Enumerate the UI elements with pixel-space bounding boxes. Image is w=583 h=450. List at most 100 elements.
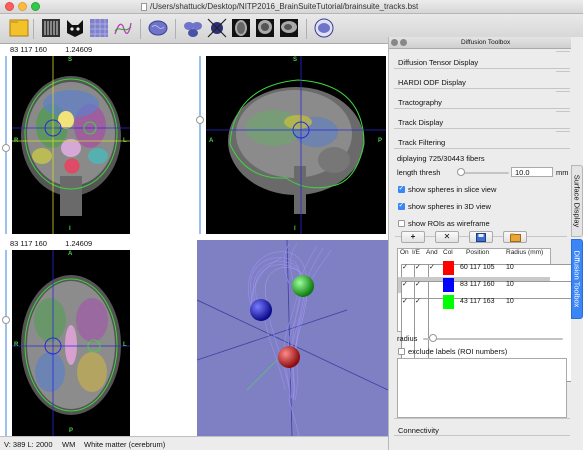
histogram-icon[interactable] <box>40 17 62 39</box>
show-rois-wireframe-checkbox[interactable] <box>398 220 405 227</box>
table-row[interactable]: 43 117 163 10 <box>398 294 582 382</box>
tab-surface-display[interactable]: Surface Display <box>571 165 583 237</box>
section-connectivity[interactable]: Connectivity <box>394 418 570 436</box>
axial-slice-slider-knob[interactable] <box>2 316 10 324</box>
surface-grid-icon[interactable] <box>88 17 110 39</box>
section-tab-edge <box>556 91 570 109</box>
col-header-col[interactable]: Col <box>443 249 453 256</box>
orthogonal-view-icon[interactable] <box>313 17 335 39</box>
section-hardi-odf-display[interactable]: HARDI ODF Display <box>394 71 570 89</box>
show-spheres-3d-label: show spheres in 3D view <box>408 202 491 211</box>
label-code: WM <box>62 440 76 449</box>
save-roi-button[interactable] <box>469 231 493 243</box>
section-track-filtering[interactable]: Track Filtering <box>394 131 570 149</box>
roi-sphere-red <box>278 346 300 368</box>
section-tab-edge <box>556 71 570 89</box>
axial-label-bottom: P <box>69 428 74 434</box>
plus-icon: + <box>410 232 416 241</box>
axial-coords: 83 117 160 <box>10 239 47 248</box>
panel-close-icon[interactable] <box>391 39 398 46</box>
table-row[interactable]: 60 117 105 10 <box>398 260 582 348</box>
axial-value: 1.24609 <box>65 239 93 248</box>
radius-slider[interactable] <box>423 338 563 340</box>
coronal-slice-slider-knob[interactable] <box>2 144 10 152</box>
crosshair-icon[interactable] <box>206 17 228 39</box>
length-unit-label: mm <box>556 168 569 177</box>
close-window-button[interactable] <box>5 2 14 11</box>
length-thresh-label: length thresh <box>397 168 441 177</box>
row-radius: 10 <box>506 298 514 305</box>
sagittal-label-left: A <box>209 138 214 144</box>
radius-slider-knob[interactable] <box>429 334 437 342</box>
mask-icon[interactable] <box>64 17 86 39</box>
exclude-labels-textarea[interactable] <box>397 358 567 418</box>
section-tab-edge <box>556 131 570 149</box>
section-tab-edge <box>556 51 570 69</box>
row-radius: 10 <box>506 281 514 288</box>
section-track-display[interactable]: Track Display <box>394 111 570 129</box>
toolbar-separator <box>306 19 307 39</box>
axial-slice-slider[interactable] <box>5 250 7 436</box>
folder-icon[interactable] <box>8 17 30 39</box>
document-icon <box>141 3 147 11</box>
roi-table: On I/E And Col Position Radius (mm) 60 1… <box>397 248 582 382</box>
section-tractography[interactable]: Tractography <box>394 91 570 109</box>
minimize-window-button[interactable] <box>18 2 27 11</box>
row-color-swatch[interactable] <box>443 261 454 275</box>
sagittal-view-icon[interactable] <box>278 17 300 39</box>
section-tab-edge <box>556 111 570 129</box>
folder-icon <box>509 233 521 242</box>
coronal-value: 1.24609 <box>65 45 93 54</box>
curves-icon[interactable] <box>112 17 134 39</box>
section-diffusion-tensor-display[interactable]: Diffusion Tensor Display <box>394 51 570 69</box>
sagittal-view[interactable]: S A P I <box>206 56 386 234</box>
sagittal-slice-slider-knob[interactable] <box>196 116 204 124</box>
table-row-selected[interactable]: 83 117 160 10 <box>398 277 582 365</box>
row-color-swatch[interactable] <box>443 295 454 309</box>
axial-view-header: 83 117 160 1.24609 <box>10 239 190 248</box>
coronal-view[interactable]: S R L I <box>12 56 130 234</box>
save-icon <box>476 233 486 242</box>
exclude-labels-label: exclude labels (ROI numbers) <box>408 347 508 356</box>
show-spheres-slice-checkbox[interactable] <box>398 184 405 193</box>
window-title: /Users/shattuck/Desktop/NITP2016_BrainSu… <box>150 2 419 11</box>
col-header-position[interactable]: Position <box>466 249 489 256</box>
row-position: 43 117 163 <box>460 298 495 305</box>
tab-diffusion-toolbox[interactable]: Diffusion Toolbox <box>571 239 583 319</box>
col-header-radius[interactable]: Radius (mm) <box>506 249 543 256</box>
status-bar: V: 389 L: 2000 WM White matter (cerebrum… <box>0 436 388 450</box>
row-color-swatch[interactable] <box>443 278 454 292</box>
length-thresh-slider-knob[interactable] <box>457 168 466 176</box>
add-roi-button[interactable]: + <box>401 231 425 243</box>
fiber-count-text: diplaying 725/30443 fibers <box>397 154 485 163</box>
sagittal-label-right: P <box>378 138 383 144</box>
col-header-and[interactable]: And <box>426 249 438 256</box>
toolbar-separator <box>175 19 176 39</box>
brain-views-icon[interactable] <box>182 17 204 39</box>
brain-3d-icon[interactable] <box>147 17 169 39</box>
axial-view[interactable]: A R L P <box>12 250 130 436</box>
roi-sphere-green <box>292 275 314 297</box>
delete-roi-button[interactable]: ✕ <box>435 231 459 243</box>
zoom-window-button[interactable] <box>31 2 40 11</box>
coronal-view-header: 83 117 160 1.24609 <box>10 45 190 54</box>
diffusion-toolbox-panel: Diffusion Toolbox Diffusion Tensor Displ… <box>388 37 582 450</box>
length-thresh-input[interactable]: 10.0 <box>511 167 553 177</box>
3d-tractography-view[interactable] <box>197 240 388 436</box>
coronal-label-bottom: I <box>69 226 71 232</box>
coronal-view-icon[interactable] <box>254 17 276 39</box>
toolbar-separator <box>33 19 34 39</box>
show-spheres-slice-label: show spheres in slice view <box>408 185 497 194</box>
axial-label-top: A <box>68 251 73 257</box>
side-tab-strip: Surface Display Diffusion Toolbox <box>571 37 583 450</box>
open-roi-button[interactable] <box>503 231 527 243</box>
sagittal-slice-slider[interactable] <box>199 56 201 234</box>
col-header-on[interactable]: On <box>400 249 409 256</box>
axial-label-left: R <box>14 342 19 348</box>
show-spheres-3d-checkbox[interactable] <box>398 201 405 210</box>
exclude-labels-checkbox[interactable] <box>398 348 405 355</box>
sagittal-label-top: S <box>293 57 298 63</box>
axial-view-icon[interactable] <box>230 17 252 39</box>
panel-float-icon[interactable] <box>400 39 407 46</box>
col-header-ie[interactable]: I/E <box>412 249 420 256</box>
